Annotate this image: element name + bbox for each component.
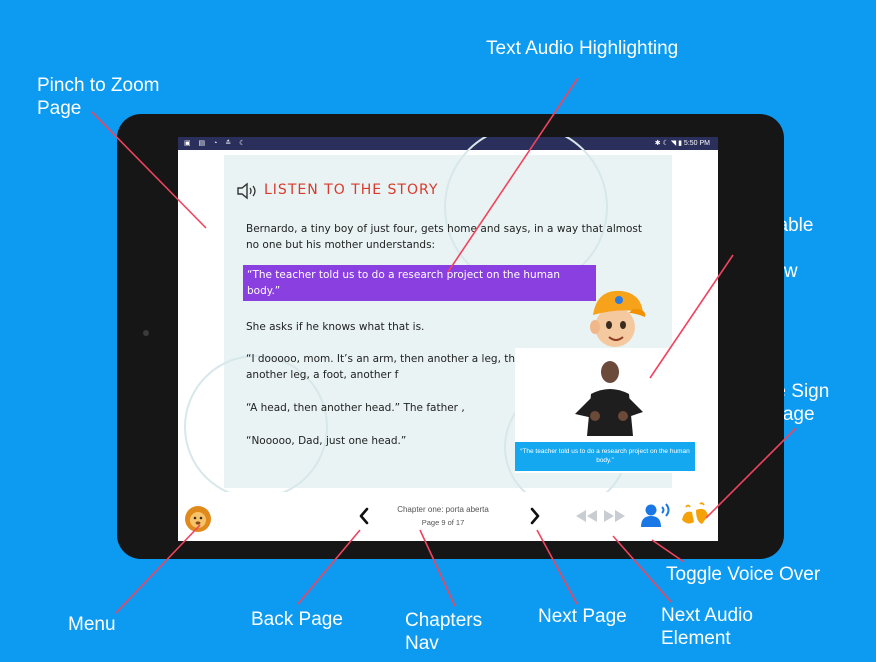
callout-pointer-lines <box>91 77 797 614</box>
